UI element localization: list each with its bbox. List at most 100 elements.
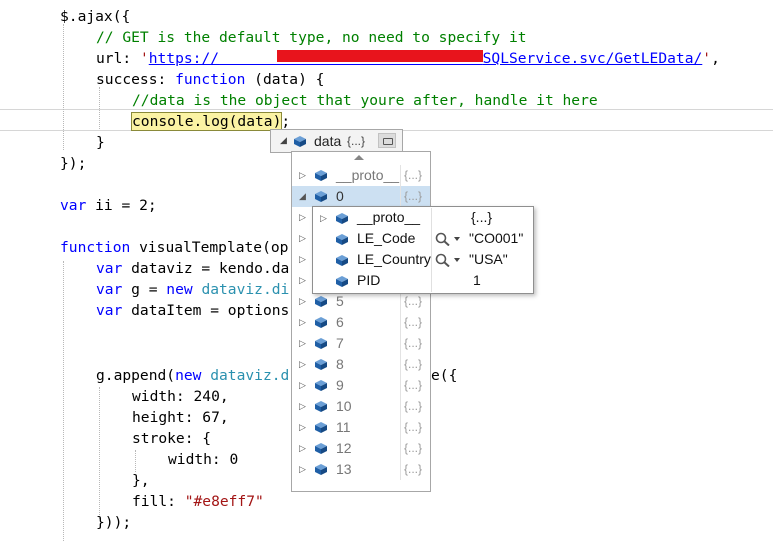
- scroll-up-button[interactable]: [292, 152, 430, 165]
- visualizer-dropdown-icon[interactable]: [454, 258, 460, 262]
- code-line[interactable]: url: 'https:// SQLService.svc/GetLEData/…: [96, 48, 720, 69]
- column-divider: [400, 312, 401, 333]
- datatip-list[interactable]: ▷__proto__{...}◢0{...}▷1{...}▷2{...}▷3{.…: [291, 151, 431, 492]
- datatip-row-value: {...}: [404, 336, 423, 350]
- code-token: function: [60, 239, 131, 256]
- expand-arrow-icon[interactable]: ▷: [299, 317, 306, 328]
- code-line[interactable]: },: [132, 470, 150, 491]
- code-token: success:: [96, 71, 176, 88]
- expand-arrow-icon[interactable]: ▷: [320, 213, 327, 224]
- datatip-subitem-row[interactable]: ▷ __proto__ {...}: [313, 208, 533, 229]
- datatip-row-name: 13: [336, 461, 352, 477]
- datatip-subitem-row[interactable]: PID 1: [313, 271, 533, 292]
- code-line[interactable]: var ii = 2;: [60, 195, 157, 216]
- pin-icon: [383, 138, 393, 145]
- code-line[interactable]: console.log(data);: [131, 111, 291, 132]
- datatip-row[interactable]: ▷ 13 {...}: [292, 459, 430, 480]
- expand-arrow-icon[interactable]: ▷: [299, 359, 306, 370]
- code-token: visualTemplate(op: [130, 239, 289, 256]
- expand-arrow-icon[interactable]: ▷: [299, 464, 306, 475]
- column-divider: [400, 165, 401, 186]
- code-line[interactable]: g.append(new dataviz.d: [96, 365, 289, 386]
- datatip-row[interactable]: ◢ 0 {...}: [292, 186, 430, 207]
- datatip-value: {...}: [347, 134, 366, 148]
- object-cube-icon: [336, 276, 348, 287]
- code-token: ;: [281, 113, 291, 130]
- datatip-row[interactable]: ▷ 5 {...}: [292, 291, 430, 312]
- datatip-subitem-value: "USA": [469, 251, 508, 267]
- code-token: stroke: {: [132, 430, 212, 447]
- datatip-row[interactable]: ▷ 6 {...}: [292, 312, 430, 333]
- magnifier-icon[interactable]: [435, 253, 451, 267]
- datatip-row[interactable]: ▷ 8 {...}: [292, 354, 430, 375]
- code-line[interactable]: $.ajax({: [60, 6, 130, 27]
- code-line[interactable]: //data is the object that youre after, h…: [132, 90, 598, 111]
- expand-arrow-icon[interactable]: ▷: [299, 170, 306, 181]
- code-line[interactable]: success: function (data) {: [96, 69, 324, 90]
- datatip-row[interactable]: ▷ 7 {...}: [292, 333, 430, 354]
- expand-arrow-icon[interactable]: ▷: [299, 233, 306, 244]
- column-divider: [400, 396, 401, 417]
- code-line[interactable]: });: [60, 153, 86, 174]
- code-line[interactable]: width: 0: [168, 449, 238, 470]
- object-cube-icon: [315, 170, 327, 181]
- code-line[interactable]: }));: [96, 512, 131, 533]
- code-token: fill:: [132, 493, 185, 510]
- code-line[interactable]: stroke: {: [132, 428, 211, 449]
- code-line[interactable]: var dataviz = kendo.da: [96, 258, 289, 279]
- pin-button[interactable]: [378, 133, 396, 148]
- code-token: SQLService.svc/GetLEData/: [482, 50, 703, 67]
- column-divider: [400, 459, 401, 480]
- datatip-row[interactable]: ▷ 12 {...}: [292, 438, 430, 459]
- indent-guide: [63, 24, 64, 150]
- highlighted-expression[interactable]: console.log(data): [131, 112, 283, 131]
- expand-arrow-icon[interactable]: ▷: [299, 296, 306, 307]
- datatip-row[interactable]: ▷ 10 {...}: [292, 396, 430, 417]
- code-token: $.ajax({: [60, 8, 131, 25]
- expand-arrow-icon[interactable]: ▷: [299, 338, 306, 349]
- datatip-row-name: 6: [336, 314, 344, 330]
- code-token: e({: [431, 367, 458, 384]
- column-divider: [400, 186, 401, 207]
- datatip-subitem-row[interactable]: LE_Country "USA": [313, 250, 533, 271]
- datatip-subitem-popup[interactable]: ▷ __proto__ {...} LE_Code "CO001" LE_Country "…: [312, 206, 534, 294]
- code-line[interactable]: height: 67,: [132, 407, 229, 428]
- datatip-row[interactable]: ▷ __proto__ {...}: [292, 165, 430, 186]
- object-cube-icon: [315, 380, 327, 391]
- expand-arrow-icon[interactable]: ▷: [299, 443, 306, 454]
- datatip-row[interactable]: ▷ 11 {...}: [292, 417, 430, 438]
- code-token: function: [175, 71, 246, 88]
- visualizer-dropdown-icon[interactable]: [454, 237, 460, 241]
- expand-arrow-icon[interactable]: ▷: [299, 422, 306, 433]
- expand-arrow-icon[interactable]: ▷: [299, 401, 306, 412]
- code-line[interactable]: function visualTemplate(op: [60, 237, 288, 258]
- expand-arrow-icon[interactable]: ◢: [299, 191, 306, 202]
- expand-arrow-icon[interactable]: ▷: [299, 212, 306, 223]
- code-token: "#e8eff7": [184, 493, 264, 510]
- code-line[interactable]: e({: [431, 365, 457, 386]
- code-line[interactable]: var dataItem = options: [96, 300, 289, 321]
- code-token: g =: [122, 281, 167, 298]
- code-line[interactable]: }: [96, 132, 105, 153]
- magnifier-icon[interactable]: [435, 232, 451, 246]
- column-divider: [400, 438, 401, 459]
- code-token: },: [132, 472, 150, 489]
- code-token: var: [96, 260, 123, 277]
- datatip-row-name: 7: [336, 335, 344, 351]
- code-line[interactable]: var g = new dataviz.di: [96, 279, 289, 300]
- expand-arrow-icon[interactable]: ▷: [299, 254, 306, 265]
- expand-arrow-icon[interactable]: ◢: [280, 135, 287, 146]
- expand-arrow-icon[interactable]: ▷: [299, 380, 306, 391]
- code-token: dataviz.di: [201, 281, 290, 298]
- datatip-row-name: 5: [336, 293, 344, 309]
- code-line[interactable]: // GET is the default type, no need to s…: [96, 27, 527, 48]
- code-line[interactable]: fill: "#e8eff7": [132, 491, 264, 512]
- code-token: dataItem = options: [122, 302, 290, 319]
- datatip-subitem-row[interactable]: LE_Code "CO001": [313, 229, 533, 250]
- object-cube-icon: [315, 443, 327, 454]
- code-line[interactable]: width: 240,: [132, 386, 229, 407]
- datatip-header[interactable]: ◢ data {...}: [270, 129, 403, 153]
- datatip-row[interactable]: ▷ 9 {...}: [292, 375, 430, 396]
- expand-arrow-icon[interactable]: ▷: [299, 275, 306, 286]
